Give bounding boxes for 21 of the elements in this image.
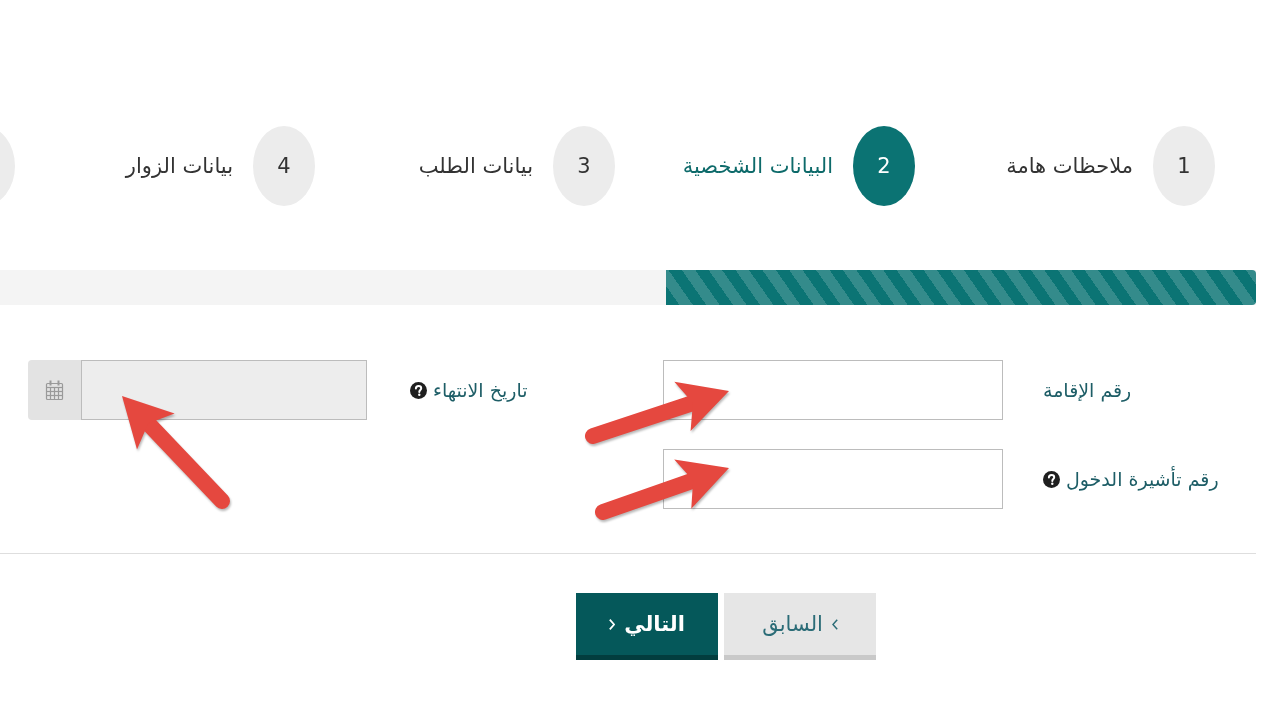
chevron-icon [609,618,616,630]
step-indicator: 2 [853,126,915,206]
step-label: ملاحظات هامة [1006,154,1133,178]
input-field[interactable] [663,360,1003,420]
input-field[interactable] [663,449,1003,509]
step-indicator: 4 [253,126,315,206]
step-indicator: 1 [1153,126,1215,206]
previous-button[interactable]: السابق [724,593,876,660]
step-label: بيانات الطلب [418,154,533,178]
chevron-icon [831,618,838,630]
arrow-icon [585,381,729,444]
arrow-icon [122,396,230,509]
field-label: تاريخ الانتهاء [433,379,528,401]
step-label: بيانات الزوار [125,154,233,178]
field-label: رقم الإقامة [1043,379,1132,401]
field-label: رقم تأشيرة الدخول [1066,468,1219,490]
step-indicator: 3 [553,126,615,206]
next-button[interactable]: التالي [576,593,718,660]
calendar-icon[interactable] [28,360,81,420]
step-label: البيانات الشخصية [682,154,833,178]
arrow-icon [595,459,729,520]
